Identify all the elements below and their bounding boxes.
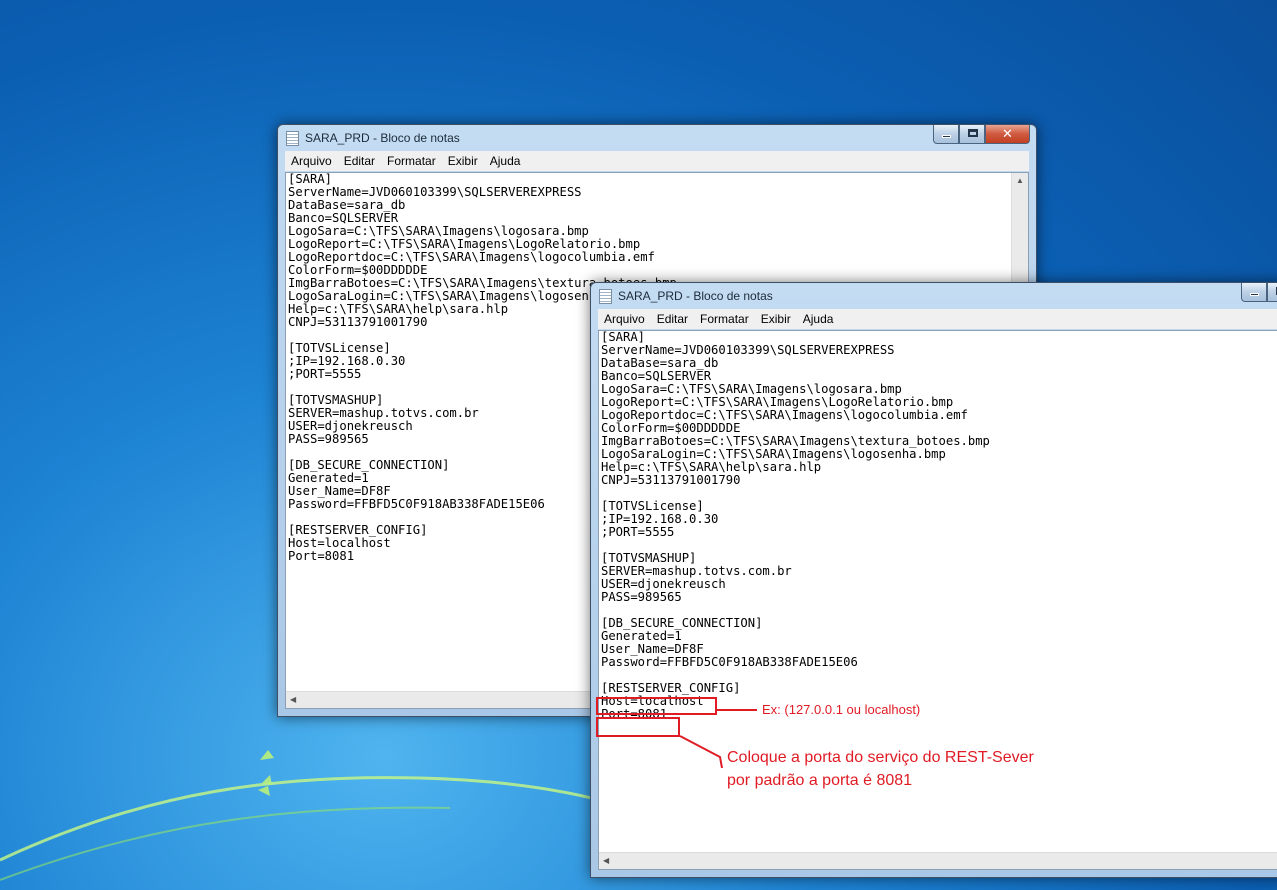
- annotation-arrows: [679, 709, 757, 769]
- port-annotation-line1: Coloque a porta do serviço do REST-Sever: [727, 749, 1034, 766]
- desktop: SARA_PRD - Bloco de notas ✕ Arquivo Edit…: [0, 0, 1277, 890]
- port-annotation-line2: por padrão a porta é 8081: [727, 772, 913, 789]
- host-annotation: Ex: (127.0.0.1 ou localhost): [762, 702, 921, 717]
